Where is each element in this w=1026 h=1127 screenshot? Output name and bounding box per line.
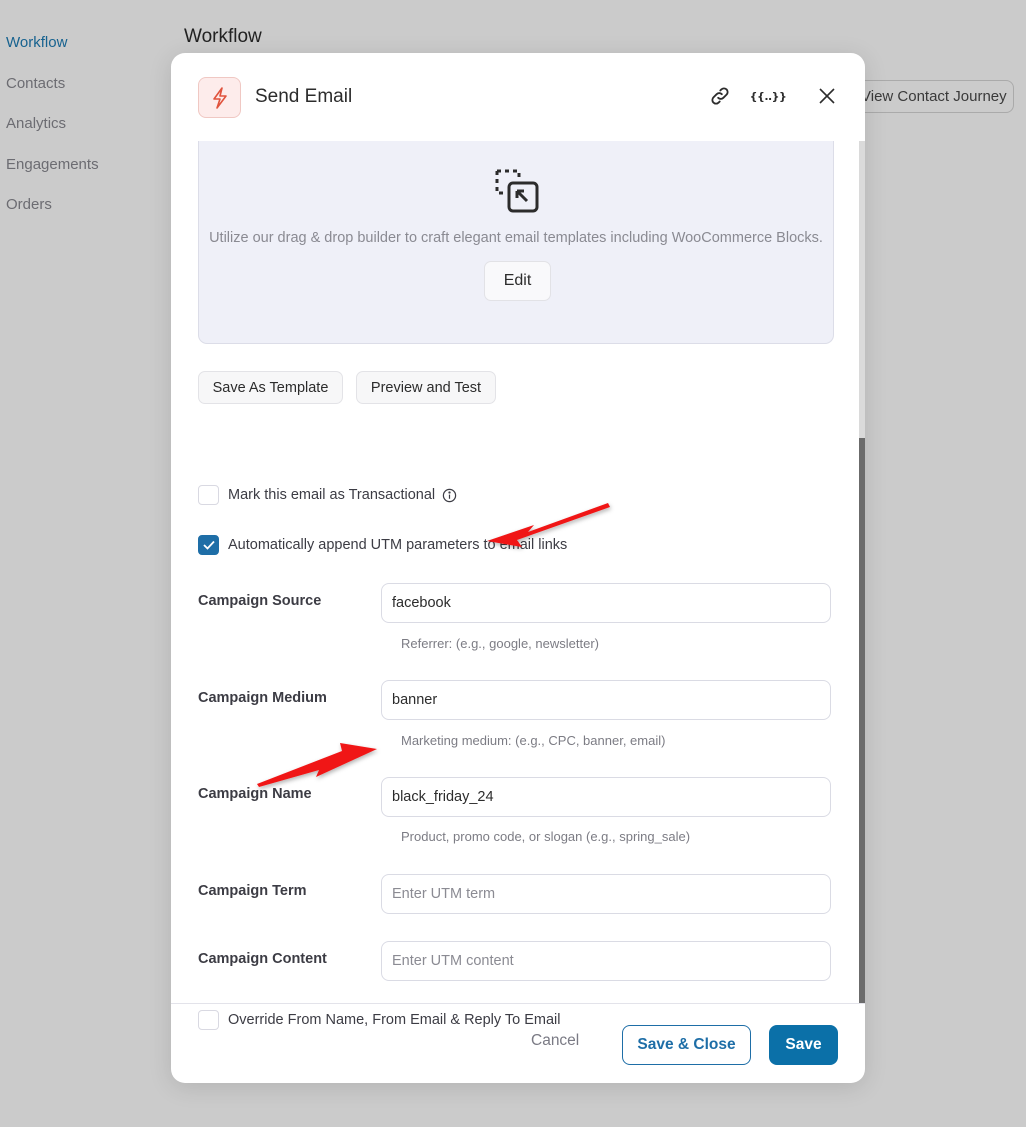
modal-body: Utilize our drag & drop builder to craft… xyxy=(171,141,865,1030)
campaign-name-label: Campaign Name xyxy=(198,786,312,802)
modal-header: Send Email {{..}} xyxy=(171,53,865,141)
cancel-button[interactable]: Cancel xyxy=(531,1032,579,1050)
drag-drop-icon xyxy=(493,167,541,220)
campaign-content-label: Campaign Content xyxy=(198,951,327,967)
info-icon[interactable] xyxy=(442,488,457,503)
merge-tags-icon[interactable]: {{..}} xyxy=(750,83,787,109)
transactional-label: Mark this email as Transactional xyxy=(228,487,436,503)
campaign-term-input[interactable] xyxy=(381,874,831,914)
campaign-source-help: Referrer: (e.g., google, newsletter) xyxy=(401,636,599,651)
sidebar-item-engagements[interactable]: Engagements xyxy=(0,150,160,191)
edit-template-button[interactable]: Edit xyxy=(484,261,551,301)
bolt-icon xyxy=(198,77,241,118)
utm-checkbox[interactable] xyxy=(198,535,219,555)
sidebar-item-orders[interactable]: Orders xyxy=(0,190,160,231)
campaign-source-input[interactable] xyxy=(381,583,831,623)
builder-description: Utilize our drag & drop builder to craft… xyxy=(209,230,823,246)
campaign-medium-input[interactable] xyxy=(381,680,831,720)
sidebar-item-workflow[interactable]: Workflow xyxy=(0,28,160,69)
close-icon[interactable] xyxy=(814,83,840,109)
transactional-row: Mark this email as Transactional xyxy=(198,485,457,505)
campaign-medium-label: Campaign Medium xyxy=(198,690,327,706)
sidebar-item-contacts[interactable]: Contacts xyxy=(0,69,160,110)
campaign-content-input[interactable] xyxy=(381,941,831,981)
campaign-name-help: Product, promo code, or slogan (e.g., sp… xyxy=(401,829,691,844)
save-as-template-button[interactable]: Save As Template xyxy=(198,371,343,404)
scrollbar[interactable] xyxy=(859,141,865,1003)
campaign-term-label: Campaign Term xyxy=(198,883,307,899)
save-button[interactable]: Save xyxy=(769,1025,838,1065)
view-contact-journey-button[interactable]: View Contact Journey xyxy=(845,80,1014,113)
send-email-modal: Send Email {{..}} Utilize our drag & dro… xyxy=(171,53,865,1083)
sidebar: Workflow Contacts Analytics Engagements … xyxy=(0,28,160,231)
transactional-checkbox[interactable] xyxy=(198,485,219,505)
scrollbar-thumb[interactable] xyxy=(859,438,865,1003)
page-title: Workflow xyxy=(184,26,262,47)
campaign-medium-help: Marketing medium: (e.g., CPC, banner, em… xyxy=(401,733,666,748)
utm-label: Automatically append UTM parameters to e… xyxy=(228,537,568,553)
sidebar-item-analytics[interactable]: Analytics xyxy=(0,109,160,150)
campaign-name-input[interactable] xyxy=(381,777,831,817)
preview-and-test-button[interactable]: Preview and Test xyxy=(356,371,496,404)
modal-footer: Cancel Save & Close Save xyxy=(171,1003,865,1083)
email-builder-panel: Utilize our drag & drop builder to craft… xyxy=(198,141,834,344)
save-and-close-button[interactable]: Save & Close xyxy=(622,1025,751,1065)
utm-row: Automatically append UTM parameters to e… xyxy=(198,535,567,555)
link-icon[interactable] xyxy=(707,83,733,109)
modal-title: Send Email xyxy=(255,86,353,107)
campaign-source-label: Campaign Source xyxy=(198,593,322,609)
